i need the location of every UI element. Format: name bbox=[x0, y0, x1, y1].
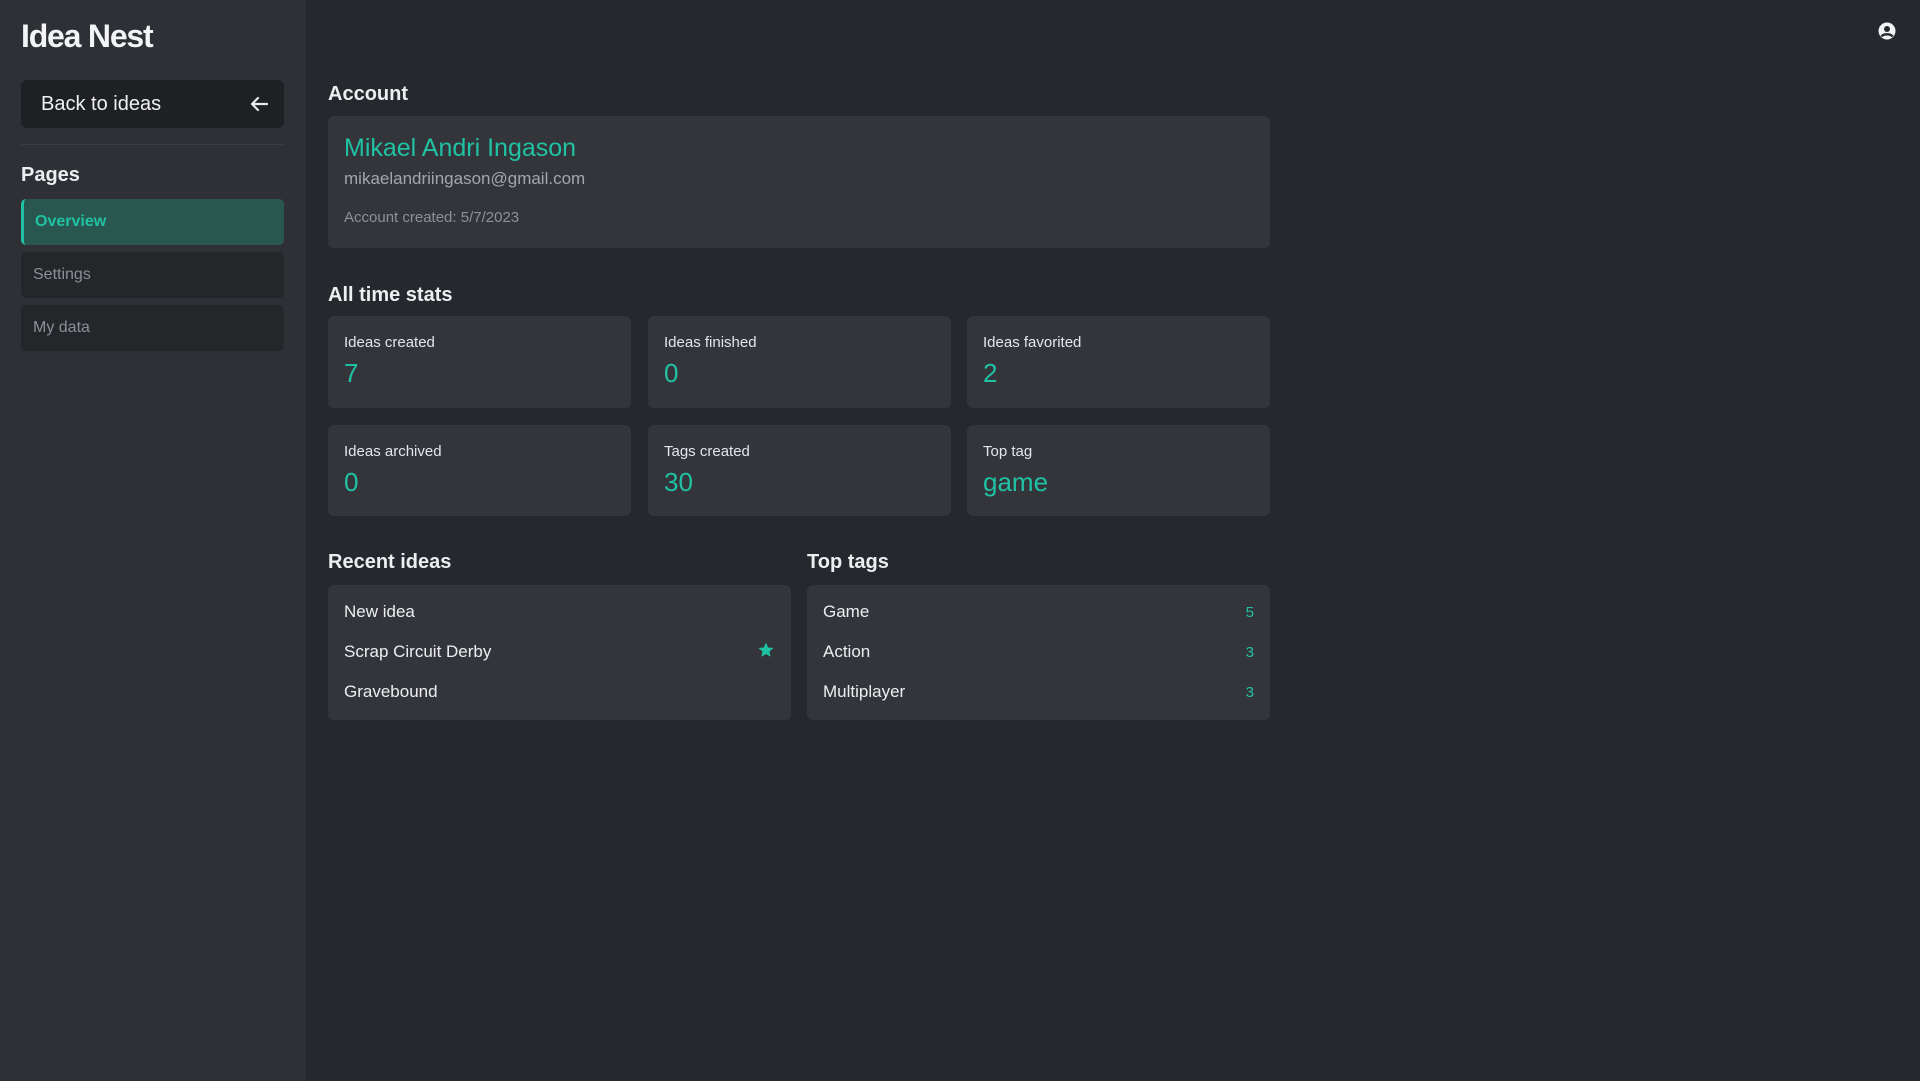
user-circle-icon[interactable] bbox=[1878, 22, 1898, 42]
recent-idea-item[interactable]: New idea bbox=[344, 600, 775, 624]
stat-card-tags-created: Tags created 30 bbox=[648, 425, 951, 516]
recent-idea-name: Gravebound bbox=[344, 682, 438, 701]
top-tag-item[interactable]: Action 3 bbox=[823, 640, 1254, 664]
tag-count: 3 bbox=[1245, 683, 1254, 701]
tag-name: Multiplayer bbox=[823, 682, 906, 701]
sidebar-item-my-data[interactable]: My data bbox=[21, 305, 284, 351]
back-to-ideas-label: Back to ideas bbox=[41, 92, 162, 115]
recent-idea-item[interactable]: Scrap Circuit Derby bbox=[344, 640, 775, 664]
tag-name: Game bbox=[823, 602, 870, 621]
star-icon bbox=[757, 641, 775, 664]
stat-value: 30 bbox=[664, 467, 693, 497]
tag-count: 5 bbox=[1245, 603, 1254, 621]
stat-card-ideas-archived: Ideas archived 0 bbox=[328, 425, 631, 516]
tag-count: 3 bbox=[1245, 643, 1254, 661]
top-tags-card: Game 5 Action 3 Multiplayer 3 bbox=[807, 585, 1270, 720]
account-created-date: Account created: 5/7/2023 bbox=[344, 209, 520, 226]
app-logo[interactable]: Idea Nest bbox=[21, 18, 154, 55]
sidebar-divider bbox=[21, 144, 284, 145]
app-root: Idea Nest Back to ideas Pages Overview S… bbox=[0, 0, 1920, 1081]
back-to-ideas-button[interactable]: Back to ideas bbox=[21, 80, 284, 128]
account-card: Mikael Andri Ingason mikaelandriingason@… bbox=[328, 116, 1270, 248]
sidebar: Idea Nest Back to ideas Pages Overview S… bbox=[0, 0, 306, 1081]
top-tag-item[interactable]: Game 5 bbox=[823, 600, 1254, 624]
stat-card-ideas-created: Ideas created 7 bbox=[328, 316, 631, 408]
tag-name: Action bbox=[823, 642, 871, 661]
account-name: Mikael Andri Ingason bbox=[344, 134, 577, 162]
stat-value: 7 bbox=[344, 358, 359, 388]
recent-idea-name: New idea bbox=[344, 602, 415, 621]
stat-label: Ideas archived bbox=[344, 443, 442, 460]
stat-value: game bbox=[983, 467, 1049, 497]
pages-heading: Pages bbox=[21, 164, 80, 186]
arrow-left-icon bbox=[250, 96, 268, 112]
top-tag-item[interactable]: Multiplayer 3 bbox=[823, 680, 1254, 704]
stats-heading: All time stats bbox=[328, 284, 453, 306]
sidebar-item-settings[interactable]: Settings bbox=[21, 252, 284, 298]
stat-label: Top tag bbox=[983, 443, 1033, 460]
stat-label: Ideas finished bbox=[664, 334, 757, 351]
recent-idea-name: Scrap Circuit Derby bbox=[344, 642, 492, 661]
recent-ideas-heading: Recent ideas bbox=[328, 551, 452, 573]
stat-value: 0 bbox=[664, 358, 679, 388]
recent-ideas-card: New idea Scrap Circuit Derby Gravebound bbox=[328, 585, 791, 720]
sidebar-item-label: Settings bbox=[33, 266, 91, 283]
sidebar-item-overview[interactable]: Overview bbox=[21, 199, 284, 245]
account-email: mikaelandriingason@gmail.com bbox=[344, 169, 586, 188]
stat-value: 0 bbox=[344, 467, 359, 497]
recent-idea-item[interactable]: Gravebound bbox=[344, 680, 775, 704]
account-heading: Account bbox=[328, 83, 408, 105]
stat-label: Ideas created bbox=[344, 334, 435, 351]
stat-label: Tags created bbox=[664, 443, 750, 460]
sidebar-item-label: My data bbox=[33, 319, 90, 336]
sidebar-item-label: Overview bbox=[35, 213, 107, 230]
stat-card-ideas-finished: Ideas finished 0 bbox=[648, 316, 951, 408]
stat-value: 2 bbox=[983, 358, 998, 388]
stat-card-top-tag: Top tag game bbox=[967, 425, 1270, 516]
stat-card-ideas-favorited: Ideas favorited 2 bbox=[967, 316, 1270, 408]
top-tags-heading: Top tags bbox=[807, 551, 889, 573]
stat-label: Ideas favorited bbox=[983, 334, 1082, 351]
